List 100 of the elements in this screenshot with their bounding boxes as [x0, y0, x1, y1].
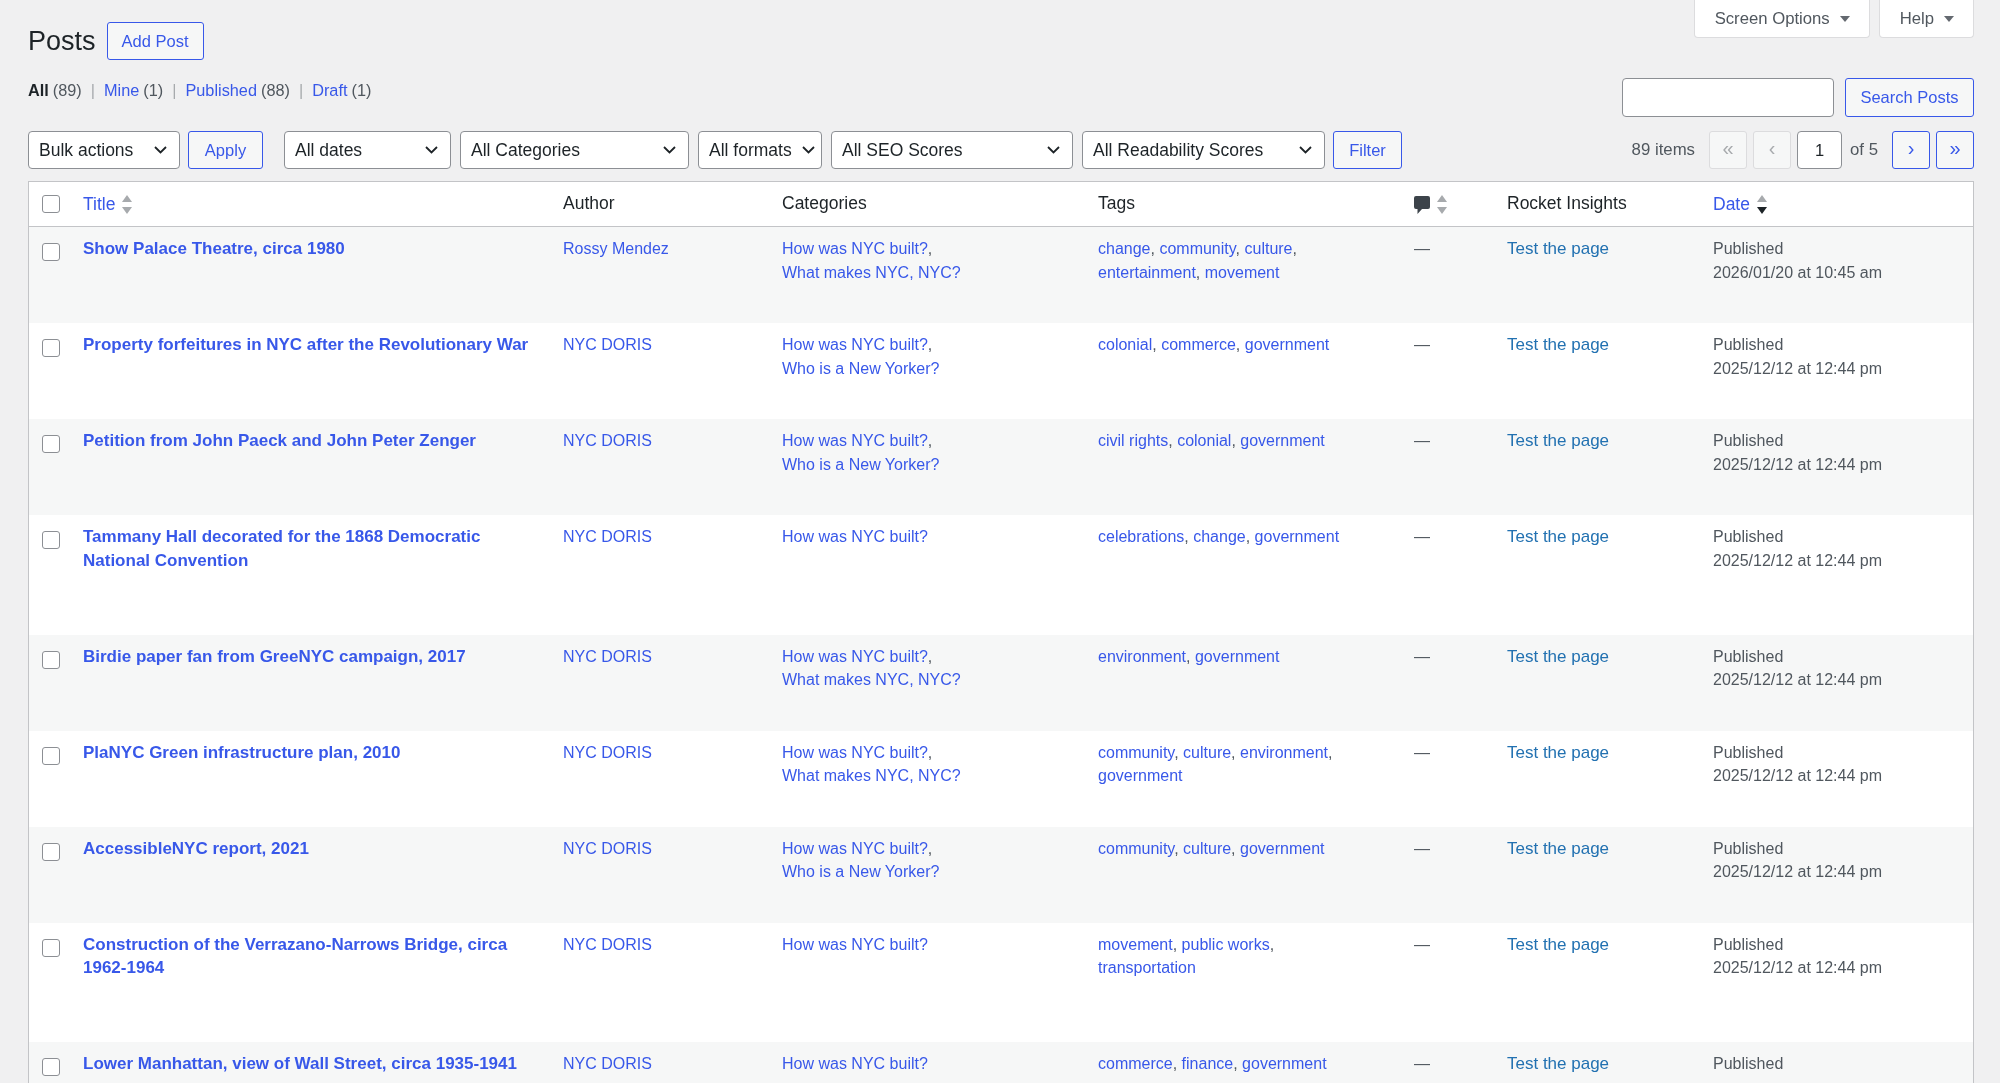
tag-link[interactable]: government [1194, 647, 1280, 665]
filter-dropdown[interactable]: All SEO Scores [831, 131, 1073, 169]
apply-button[interactable]: Apply [188, 131, 263, 169]
row-checkbox[interactable] [42, 243, 60, 262]
tag-link[interactable]: change [1193, 528, 1246, 546]
tag-link[interactable]: movement [1098, 935, 1173, 953]
author-link[interactable]: NYC DORIS [563, 528, 652, 546]
author-link[interactable]: NYC DORIS [563, 935, 652, 953]
filter-dropdown[interactable]: All Readability Scores [1082, 131, 1325, 169]
tag-link[interactable]: culture [1244, 240, 1293, 258]
tag-link[interactable]: government [1254, 528, 1340, 546]
status-filter-link[interactable]: All [28, 78, 49, 102]
category-link[interactable]: How was NYC built? [782, 432, 928, 450]
bulk-actions-dropdown[interactable]: Bulk actions [28, 131, 180, 169]
tag-link[interactable]: government [1240, 839, 1325, 857]
tag-link[interactable]: government [1244, 336, 1330, 354]
author-link[interactable]: NYC DORIS [563, 432, 652, 450]
row-checkbox[interactable] [42, 1058, 60, 1077]
filter-button[interactable]: Filter [1333, 131, 1402, 169]
tag-link[interactable]: civil rights [1098, 432, 1169, 450]
tag-link[interactable]: transportation [1098, 959, 1196, 977]
list-separator: , [927, 839, 933, 857]
row-checkbox[interactable] [42, 842, 60, 861]
sort-link[interactable]: Date [1713, 192, 1750, 217]
tag-link[interactable]: commerce [1098, 1055, 1173, 1073]
status-filter-link[interactable]: Published [185, 78, 257, 102]
post-title-link[interactable]: AccessibleNYC report, 2021 [83, 836, 309, 861]
post-status: Published [1713, 527, 1784, 548]
category-link[interactable]: How was NYC built? [782, 839, 928, 857]
tag-link[interactable]: colonial [1177, 432, 1232, 450]
tag-link[interactable]: commerce [1161, 336, 1236, 354]
post-title-link[interactable]: Show Palace Theatre, circa 1980 [83, 237, 345, 261]
category-link[interactable]: What makes NYC, NYC? [782, 767, 961, 785]
tag-link[interactable]: celebrations [1098, 528, 1185, 546]
page-nav-button[interactable]: » [1936, 131, 1974, 169]
dropdown-tab[interactable]: Screen Options [1693, 0, 1870, 38]
filter-dropdown[interactable]: All Categories [460, 131, 689, 169]
category-link[interactable]: How was NYC built? [782, 647, 928, 665]
filter-separator: | [90, 80, 95, 101]
search-field[interactable] [1622, 78, 1834, 117]
test-page-link[interactable]: Test the page [1507, 527, 1610, 547]
tag-link[interactable]: community [1098, 839, 1175, 857]
tag-link[interactable]: community [1098, 743, 1175, 761]
tag-link[interactable]: finance [1181, 1055, 1234, 1073]
tag-link[interactable]: community [1159, 240, 1236, 258]
post-title-link[interactable]: PlaNYC Green infrastructure plan, 2010 [83, 740, 401, 765]
test-page-link[interactable]: Test the page [1507, 431, 1610, 451]
post-title-link[interactable]: Tammany Hall decorated for the 1868 Democratic National Convention [83, 525, 542, 573]
page-nav-button[interactable]: › [1892, 131, 1930, 169]
test-page-link[interactable]: Test the page [1507, 742, 1610, 762]
category-link[interactable]: Who is a New Yorker? [782, 359, 940, 377]
filter-dropdown[interactable]: All dates [284, 131, 451, 169]
page-number-field[interactable]: 1 [1797, 131, 1842, 169]
author-link[interactable]: NYC DORIS [563, 1055, 652, 1073]
category-link[interactable]: How was NYC built? [782, 528, 928, 546]
category-link[interactable]: What makes NYC, NYC? [782, 671, 961, 689]
search-button[interactable]: Search Posts [1845, 78, 1974, 117]
author-link[interactable]: NYC DORIS [563, 839, 652, 857]
tag-link[interactable]: movement [1204, 263, 1280, 281]
category-link[interactable]: Who is a New Yorker? [782, 455, 940, 473]
test-page-link[interactable]: Test the page [1507, 934, 1610, 954]
tag-link[interactable]: change [1098, 240, 1151, 258]
row-checkbox[interactable] [42, 746, 60, 765]
category-link[interactable]: How was NYC built? [782, 336, 928, 354]
row-checkbox[interactable] [42, 339, 60, 358]
post-title-link[interactable]: Construction of the Verrazano-Narrows Bridge, circa 1962-1964 [83, 932, 542, 980]
dropdown-tab[interactable]: Help [1878, 0, 1974, 38]
test-page-link[interactable]: Test the page [1507, 239, 1610, 259]
category-link[interactable]: What makes NYC, NYC? [782, 263, 961, 281]
author-link[interactable]: NYC DORIS [563, 336, 652, 354]
post-title-link[interactable]: Property forfeitures in NYC after the Revolutionary War [83, 333, 529, 357]
test-page-link[interactable]: Test the page [1507, 335, 1610, 355]
test-page-link[interactable]: Test the page [1507, 838, 1610, 858]
filter-dropdown[interactable]: All formats [698, 131, 822, 169]
category-link[interactable]: How was NYC built? [782, 935, 928, 953]
tag-link[interactable]: entertainment [1098, 263, 1196, 281]
status-filter-link[interactable]: Draft [312, 78, 348, 102]
status-filter-link[interactable]: Mine [104, 78, 140, 102]
category-link[interactable]: How was NYC built? [782, 743, 928, 761]
row-checkbox[interactable] [42, 938, 60, 957]
tag-link[interactable]: culture [1183, 743, 1232, 761]
select-all-checkbox[interactable] [42, 195, 60, 214]
author-link[interactable]: NYC DORIS [563, 743, 652, 761]
category-link[interactable]: How was NYC built? [782, 240, 928, 258]
tag-link[interactable]: colonial [1098, 336, 1153, 354]
tag-link[interactable]: government [1098, 767, 1183, 785]
row-checkbox[interactable] [42, 531, 60, 550]
row-checkbox[interactable] [42, 650, 60, 669]
comment-icon[interactable] [1414, 195, 1430, 214]
test-page-link[interactable]: Test the page [1507, 646, 1610, 666]
tag-link[interactable]: public works [1181, 935, 1270, 953]
add-post-button[interactable]: Add Post [106, 22, 204, 60]
author-link[interactable]: NYC DORIS [563, 647, 652, 665]
row-checkbox[interactable] [42, 435, 60, 454]
category-link[interactable]: Who is a New Yorker? [782, 863, 940, 881]
sort-link[interactable]: Title [83, 192, 116, 217]
tag-link[interactable]: culture [1183, 839, 1232, 857]
author-link[interactable]: Rossy Mendez [563, 240, 669, 258]
tag-link[interactable]: government [1240, 432, 1325, 450]
tag-link[interactable]: government [1242, 1055, 1327, 1073]
